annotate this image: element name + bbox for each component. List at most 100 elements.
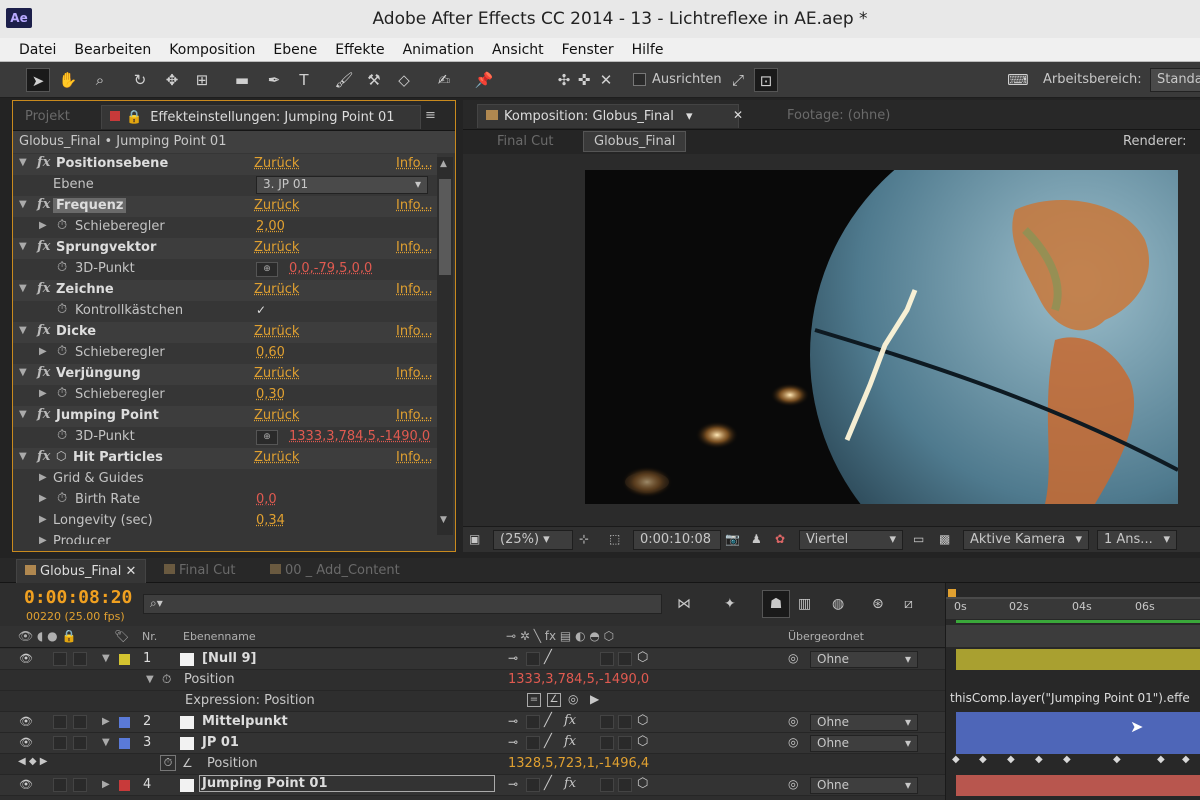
- layer-row[interactable]: 👁 ▼ 3 JP 01 ⊸ ╱ fx ⬡ ◎ Ohne ▾: [0, 733, 945, 754]
- info-link[interactable]: Info...: [396, 324, 433, 339]
- layer-bar-mittelpunkt[interactable]: [956, 712, 1200, 733]
- parameter-row[interactable]: ▶ ⏱ Schieberegler 0,30: [13, 385, 437, 406]
- expand-triangle-icon[interactable]: ▶: [102, 779, 110, 790]
- time-ruler[interactable]: 0s 02s 04s 06s: [946, 599, 1200, 619]
- pickwhip-icon[interactable]: ◎: [788, 714, 798, 728]
- time-graph[interactable]: 0s 02s 04s 06s thisComp.layer("Jumping P…: [945, 583, 1200, 800]
- expand-triangle-icon[interactable]: ▶: [39, 388, 47, 399]
- layer-row[interactable]: 👁 ▼ 1 [Null 9] ⊸ ╱ ⬡ ◎ Ohne ▾: [0, 649, 945, 670]
- snapshot-camera-icon[interactable]: 📷: [725, 532, 740, 546]
- solo-switch[interactable]: [53, 715, 67, 729]
- layer-name[interactable]: Mittelpunkt: [202, 714, 288, 729]
- fx-toggle-icon[interactable]: fx: [37, 449, 50, 464]
- pickwhip-icon[interactable]: ◎: [788, 777, 798, 791]
- fx-toggle-icon[interactable]: fx: [37, 197, 50, 212]
- layer-name[interactable]: JP 01: [202, 735, 239, 750]
- layer-dropdown[interactable]: 3. JP 01 ▾: [256, 176, 428, 194]
- keyframe-icon[interactable]: ◆: [952, 754, 960, 765]
- lock-switch[interactable]: [73, 778, 87, 792]
- reset-link[interactable]: Zurück: [254, 282, 299, 297]
- 3d-layer-icon[interactable]: ⬡: [637, 734, 648, 749]
- solo-switch[interactable]: [53, 736, 67, 750]
- layer-bar-null-9[interactable]: [956, 649, 1200, 670]
- rectangle-tool-icon[interactable]: ▬: [230, 68, 254, 92]
- expand-triangle-icon[interactable]: ▼: [102, 653, 110, 664]
- layer-bar-jumping-point-01[interactable]: [956, 775, 1200, 796]
- reset-link[interactable]: Zurück: [254, 408, 299, 423]
- parameter-row[interactable]: ▶ Grid & Guides: [13, 469, 437, 490]
- zoom-dropdown[interactable]: (25%) ▾: [493, 530, 573, 550]
- rotate-tool-icon[interactable]: ↻: [128, 68, 152, 92]
- tab-final-cut[interactable]: Final Cut: [156, 559, 244, 583]
- snapping-toggle-icon[interactable]: ⊡: [754, 68, 778, 92]
- frame-blending-icon[interactable]: ▥: [798, 596, 811, 612]
- graph-editor-icon[interactable]: ⧄: [904, 596, 913, 612]
- menu-ebene[interactable]: Ebene: [264, 42, 326, 58]
- reset-link[interactable]: Zurück: [254, 240, 299, 255]
- keyframe-icon[interactable]: ◆: [1182, 754, 1190, 765]
- param-value[interactable]: 0,0: [256, 492, 277, 507]
- info-link[interactable]: Info...: [396, 366, 433, 381]
- crumb-final-cut[interactable]: Final Cut: [497, 134, 554, 149]
- menu-datei[interactable]: Datei: [10, 42, 65, 58]
- zoom-tool-icon[interactable]: ⌕: [88, 68, 112, 92]
- column-layer-name[interactable]: Ebenenname: [183, 630, 256, 643]
- type-tool-icon[interactable]: T: [292, 68, 316, 92]
- menu-ansicht[interactable]: Ansicht: [483, 42, 553, 58]
- eye-icon[interactable]: 👁: [19, 778, 33, 791]
- hand-tool-icon[interactable]: ✋: [56, 68, 80, 92]
- parameter-row[interactable]: ⏱ 3D-Punkt ⊕ 1333,3,784,5,-1490,0: [13, 427, 437, 448]
- snapping-options-icon[interactable]: ⤢: [726, 68, 750, 92]
- brush-tool-icon[interactable]: 🖌: [332, 68, 356, 92]
- frame-blend-switch[interactable]: [600, 652, 614, 666]
- mask-visibility-icon[interactable]: ⬚: [609, 532, 620, 546]
- property-row[interactable]: ◀ ◆ ▶ ⏱ ∠ Position 1328,5,723,1,-1496,4: [0, 754, 945, 775]
- expand-triangle-icon[interactable]: ▼: [19, 325, 27, 336]
- menu-animation[interactable]: Animation: [394, 42, 483, 58]
- 3d-layer-icon[interactable]: ⬡: [637, 713, 648, 728]
- info-link[interactable]: Info...: [396, 240, 433, 255]
- scroll-down-icon[interactable]: ▼: [440, 515, 447, 525]
- expression-row[interactable]: Expression: Position = ∠ ◎ ▶: [0, 691, 945, 712]
- expression-text[interactable]: thisComp.layer("Jumping Point 01").effe: [950, 691, 1200, 705]
- parent-dropdown[interactable]: Ohne ▾: [810, 714, 918, 731]
- keyframe-icon[interactable]: ◆: [1113, 754, 1121, 765]
- info-link[interactable]: Info...: [396, 450, 433, 465]
- layer-bar-jp-01[interactable]: [956, 733, 1200, 754]
- effect-row[interactable]: ▼ fx Hit Particles Zurück Info... ⬡: [13, 448, 437, 469]
- keyframe-navigator-icon[interactable]: ◀ ◆ ▶: [18, 756, 47, 767]
- show-snapshot-icon[interactable]: ♟: [751, 532, 762, 546]
- expand-triangle-icon[interactable]: ▶: [102, 716, 110, 727]
- property-row[interactable]: ▼ ⏱ Position 1333,3,784,5,-1490,0: [0, 670, 945, 691]
- shy-switch-icon[interactable]: ⊸: [508, 777, 518, 791]
- fx-toggle-icon[interactable]: fx: [37, 323, 50, 338]
- effect-row[interactable]: ▼ fx Frequenz Zurück Info...: [13, 196, 437, 217]
- reset-link[interactable]: Zurück: [254, 156, 299, 171]
- property-value[interactable]: 1328,5,723,1,-1496,4: [508, 756, 649, 771]
- 3d-layer-icon[interactable]: ⬡: [637, 776, 648, 791]
- keyframe-icon[interactable]: ◆: [1063, 754, 1071, 765]
- expand-triangle-icon[interactable]: ▶: [39, 472, 47, 483]
- menu-effekte[interactable]: Effekte: [326, 42, 393, 58]
- panel-menu-icon[interactable]: ≡: [425, 108, 436, 123]
- label-color-swatch[interactable]: [119, 654, 130, 665]
- expression-language-menu-icon[interactable]: ▶: [590, 692, 599, 706]
- reset-link[interactable]: Zurück: [254, 450, 299, 465]
- fx-toggle-icon[interactable]: fx: [37, 239, 50, 254]
- solo-switch[interactable]: [53, 652, 67, 666]
- lock-switch[interactable]: [73, 652, 87, 666]
- label-color-swatch[interactable]: [119, 780, 130, 791]
- fx-switch-icon[interactable]: fx: [564, 713, 576, 728]
- point-target-icon[interactable]: ⊕: [256, 430, 278, 445]
- label-color-swatch[interactable]: [119, 717, 130, 728]
- motion-blur-switch[interactable]: [618, 715, 632, 729]
- fx-toggle-icon[interactable]: fx: [37, 365, 50, 380]
- tab-add-content[interactable]: 00 _ Add_Content: [262, 559, 408, 583]
- close-icon[interactable]: ✕: [733, 108, 743, 122]
- lock-switch[interactable]: [73, 736, 87, 750]
- current-time-display[interactable]: 0:00:08:20: [24, 587, 132, 608]
- collapse-switch[interactable]: [526, 778, 540, 792]
- roto-brush-tool-icon[interactable]: ✍: [432, 68, 456, 92]
- fx-toggle-icon[interactable]: fx: [37, 155, 50, 170]
- layer-name[interactable]: [Null 9]: [202, 651, 257, 666]
